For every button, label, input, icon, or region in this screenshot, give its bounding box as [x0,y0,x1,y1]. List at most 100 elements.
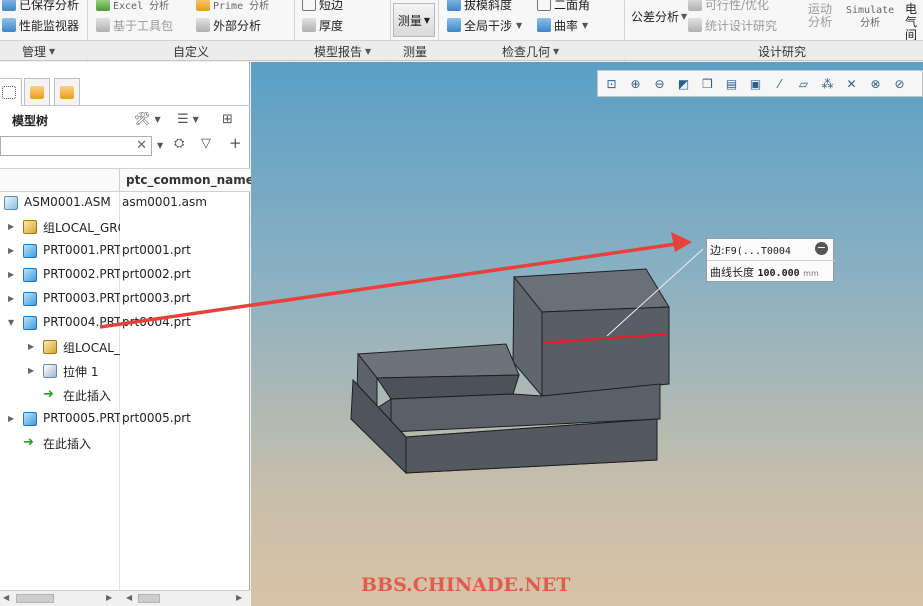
filter-icon[interactable]: ▽ [201,136,211,151]
left-block-top[interactable] [357,343,520,379]
tree-item-name: ASM0001.ASM [24,195,111,209]
chevron-down-icon: ▼ [192,114,199,124]
analysis-icon [2,0,16,11]
tree-item-name: PRT0004.PRT [43,315,120,329]
tree-row[interactable]: ASM0001.ASM asm0001.asm [0,192,250,216]
tree-item-common-name: asm0001.asm [122,195,207,209]
tree-item-name: 组LOCAL_GROUP [63,341,120,355]
tree-row[interactable]: ▶ PRT0001.PRT prt0001.prt [0,240,250,264]
chevron-down-icon: ▼ [681,11,688,21]
extrude-icon [43,364,57,378]
toolkit-icon [96,18,110,32]
motion-analysis-button[interactable]: 运动 分析 [808,3,838,35]
folder-icon [30,85,44,99]
group-model-report[interactable]: 模型报告 ▼ [314,43,371,59]
chevron-down-icon: ▼ [516,20,523,30]
tree-row[interactable]: ▶ PRT0003.PRT prt0003.prt [0,288,250,312]
expand-icon[interactable]: ▶ [28,365,38,377]
chevron-down-icon: ▼ [553,46,560,56]
tab-model-tree[interactable] [0,78,22,106]
thickness-icon [302,18,316,32]
statistical-study-button[interactable]: 统计设计研究 [688,16,777,34]
saved-analysis-button[interactable]: 已保存分析 [2,0,79,13]
tree-filter-tool[interactable]: ⊞ [222,108,233,130]
tree-row[interactable]: ➜ 在此插入 [0,432,250,456]
global-interference-button[interactable]: 全局干涉 ▼ [447,16,522,34]
tree-item-name: PRT0003.PRT [43,291,120,305]
expand-icon[interactable]: ▶ [8,413,18,425]
draft-button[interactable]: 拔模斜度 [447,0,512,13]
close-icon[interactable]: ✕ [136,138,147,153]
watermark: BBS.CHINADE.NET [361,574,571,596]
tree-row[interactable]: ▶ PRT0002.PRT prt0002.prt [0,264,250,288]
group-inspect-geometry[interactable]: 检查几何 ▼ [502,43,559,59]
part-icon [23,244,37,258]
thickness-button[interactable]: 厚度 [302,16,343,34]
add-icon[interactable]: + [229,134,242,152]
tree-row[interactable]: ▶ 拉伸 1 [0,360,250,384]
expand-icon[interactable]: ▶ [8,293,18,305]
expand-icon[interactable]: ▶ [28,341,38,353]
scroll-right-icon[interactable]: ▶ [106,593,112,602]
feasibility-button[interactable]: 可行性/优化 [688,0,769,13]
electrical-clearance-button[interactable]: 电气 间隙 [905,3,923,41]
tree-column-header: ptc_common_name [0,168,254,193]
prime-analysis-button[interactable]: Prime 分析 [196,0,269,13]
scroll-thumb[interactable] [16,594,54,603]
curve-length-row: 曲线长度 100.000 mm [710,266,819,279]
collapse-icon[interactable]: ▼ [8,317,18,329]
scroll-thumb[interactable] [138,594,160,603]
measure-button[interactable]: 测量 ▼ [393,3,435,37]
scroll-left-icon[interactable]: ◀ [3,593,9,602]
scroll-right-icon[interactable]: ▶ [236,593,242,602]
chevron-down-icon[interactable]: ▼ [157,141,163,150]
tree-row[interactable]: ▶ 组LOCAL_GROUP [0,336,250,360]
chevron-down-icon: ▼ [49,46,56,56]
external-analysis-button[interactable]: 外部分析 [196,16,261,34]
group-custom: 自定义 [173,44,210,59]
curvature-button[interactable]: 曲率 ▼ [537,16,588,34]
simulate-analysis-button[interactable]: Simulate 分析 [846,4,902,36]
measure-result-box[interactable]: 边:F9(...T0004 − 曲线长度 100.000 mm [706,238,835,282]
column-divider[interactable] [119,169,120,193]
minimize-icon[interactable]: − [815,242,828,255]
graphics-viewport[interactable]: ⊡ ⊕ ⊖ ◩ ❒ ▤ ▣ ⁄ ▱ ⁂ ✕ ⊗ ⊘ 边:F9(...T0004 [251,62,923,606]
toolkit-button[interactable]: 基于工具包 [96,16,173,34]
excel-icon [96,0,110,11]
tolerance-analysis-button[interactable]: 公差分析 ▼ [631,7,687,25]
expand-icon[interactable]: ▶ [8,245,18,257]
tree-row[interactable]: ▶ 组LOCAL_GROUP [0,216,250,240]
monitor-icon [2,18,16,32]
dihedral-button[interactable]: 二面角 [537,0,590,13]
search-input[interactable]: ✕ [0,136,152,156]
perf-monitor-button[interactable]: 性能监视器 [2,16,79,34]
expand-icon[interactable]: ▶ [8,221,18,233]
insert-here-icon: ➜ [43,387,54,402]
interference-icon [447,18,461,32]
find-icon[interactable]: ⛭ [174,136,184,151]
settings-icon: 🛠 [134,111,151,127]
rear-block-front[interactable] [541,306,670,397]
tree-item-common-name: prt0002.prt [122,267,191,281]
settings-tool[interactable]: 🛠 ▼ [134,108,161,130]
chevron-down-icon: ▼ [582,20,589,30]
short-edge-button[interactable]: 短边 [302,0,343,13]
show-tool[interactable]: ☰ ▼ [177,108,199,130]
tab-folder-browser[interactable] [24,78,50,105]
tree-row[interactable]: ▼ PRT0004.PRT prt0004.prt [0,312,250,336]
horizontal-scrollbar[interactable]: ◀ ▶ ◀ ▶ [0,590,250,606]
excel-analysis-button[interactable]: Excel 分析 [96,0,169,13]
column-header-common-name[interactable]: ptc_common_name [126,173,254,187]
curvature-icon [537,18,551,32]
tree-row[interactable]: ▶ PRT0005.PRT prt0005.prt [0,408,250,432]
model-canvas [350,248,704,475]
edge-reference: 边:F9(...T0004 [710,244,791,257]
tree-row[interactable]: ➜ 在此插入 [0,384,250,408]
expand-icon[interactable]: ▶ [8,269,18,281]
external-icon [196,18,210,32]
group-manage[interactable]: 管理 ▼ [22,43,55,59]
tree-item-name: PRT0002.PRT [43,267,120,281]
tab-favorites[interactable] [54,78,80,105]
search-field[interactable] [1,137,133,155]
scroll-left-icon[interactable]: ◀ [126,593,132,602]
